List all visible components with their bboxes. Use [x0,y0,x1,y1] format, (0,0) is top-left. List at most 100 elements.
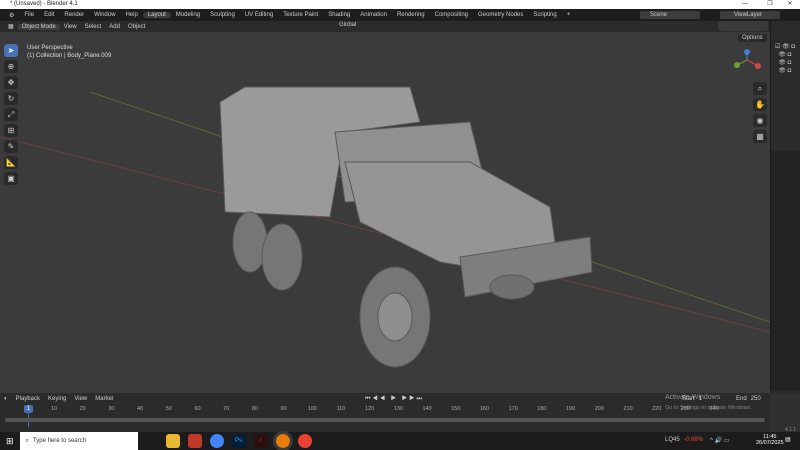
menu-marker[interactable]: Marker [95,396,114,402]
timeline-tick: 170 [508,406,518,412]
view-layer-selector[interactable]: ViewLayer [720,11,780,19]
tab-shading[interactable]: Shading [323,12,355,18]
zoom-icon[interactable]: ⌕ [753,82,767,95]
viewport-scene [0,49,770,368]
timeline-tick: 50 [165,406,172,412]
scene-selector[interactable]: Scene [640,11,700,19]
pdf-icon[interactable]: / [253,434,268,448]
tab-texture-paint[interactable]: Texture Paint [278,12,323,18]
end-frame-field[interactable]: 250 [751,396,761,402]
menu-view[interactable]: View [60,24,81,30]
timeline-tick: 80 [251,406,258,412]
shading-buttons[interactable] [718,21,768,31]
tab-layout[interactable]: Layout [142,12,171,18]
tab-scripting[interactable]: Scripting [528,12,561,18]
pan-hand-icon[interactable]: ✋ [753,98,767,111]
viewport-header: ▦ Object Mode View Select Add Object Glo… [0,21,770,32]
add-workspace-button[interactable]: + [562,12,576,18]
tab-sculpting[interactable]: Sculpting [205,12,240,18]
search-placeholder: Type here to search [32,438,86,444]
menu-select[interactable]: Select [81,24,106,30]
options-button[interactable]: Options [738,34,767,42]
search-icon: ⌕ [25,437,29,444]
tab-geometry-nodes[interactable]: Geometry Nodes [473,12,528,18]
maximize-button[interactable]: ❐ [760,0,780,9]
add-cube-tool-icon[interactable]: ▣ [4,172,18,185]
clock-date: 26/07/2025 [756,440,784,446]
tab-rendering[interactable]: Rendering [392,12,430,18]
taskbar-search[interactable]: ⌕ Type here to search [19,432,138,450]
tab-modeling[interactable]: Modeling [171,12,205,18]
navigation-gizmo [734,49,761,69]
timeline-tick: 70 [223,406,230,412]
cursor-tool-icon[interactable]: ⊕ [4,60,18,73]
measure-tool-icon[interactable]: 📐 [4,156,18,169]
transform-tool-icon[interactable]: ⊞ [4,124,18,137]
rotate-tool-icon[interactable]: ↻ [4,92,18,105]
timeline-tick: 150 [451,406,461,412]
menu-keying[interactable]: Keying [48,396,66,402]
system-tray-icons[interactable]: ^ 🔊 ▭ [710,437,729,444]
menu-edit[interactable]: Edit [39,12,59,18]
timeline-tick: 160 [479,406,490,412]
timeline-editor-icon[interactable]: ◐ [4,396,8,402]
minimize-button[interactable]: — [735,0,755,9]
menu-add[interactable]: Add [105,24,124,30]
timeline-tick: 10 [50,406,58,412]
menu-timeline-view[interactable]: View [74,396,87,402]
menu-render[interactable]: Render [59,12,89,18]
stock-change: -0.66% [684,437,704,443]
select-tool-icon[interactable]: ➤ [4,44,18,57]
app-icon[interactable] [187,434,202,448]
menu-bar: ⚙ File Edit Render Window Help Layout Mo… [0,9,800,21]
blender-logo-icon[interactable]: ⚙ [4,12,19,19]
file-explorer-icon[interactable] [165,434,180,448]
timeline-tick: 100 [307,406,317,412]
menu-playback[interactable]: Playback [16,396,40,402]
outliner-panel[interactable]: ☑ 👁 ◘ 👁 ◘ 👁 ◘ 👁 ◘ 4.1.1 [770,21,800,433]
properties-panel[interactable] [771,151,800,391]
editor-type-icon[interactable]: ▦ [4,23,18,30]
chrome-profile-icon[interactable] [297,434,312,448]
menu-object[interactable]: Object [124,24,149,30]
timeline-tick: 90 [280,406,287,412]
activate-windows-subtitle: Go to Settings to activate Windows. [665,405,752,411]
timeline-tick: 60 [194,406,201,412]
timeline-tick: 30 [108,406,115,412]
mode-selector[interactable]: Object Mode [17,23,60,30]
timeline-tick: 190 [566,406,576,412]
timeline-tick: 210 [623,406,633,412]
taskbar: ⊞ ⌕ Type here to search Ps / LQ45 -0.66%… [0,431,800,450]
chrome-icon[interactable] [209,434,224,448]
timeline-tick: 130 [393,406,403,412]
visibility-icons[interactable]: ☑ 👁 ◘ 👁 ◘ 👁 ◘ 👁 ◘ [775,43,800,75]
orientation-selector[interactable]: Global [335,22,360,28]
menu-window[interactable]: Window [89,12,120,18]
viewport-collection-label: (1) Collection | Body_Plane.009 [27,53,112,59]
notification-icon[interactable]: ▤ [785,436,791,443]
tab-uv-editing[interactable]: UV Editing [240,12,278,18]
scale-tool-icon[interactable]: ⤢ [4,108,18,121]
close-button[interactable]: ✕ [780,0,800,9]
playback-controls[interactable]: ⏮◀◀ ▶ ▶▶⏭ [365,396,424,403]
camera-icon[interactable]: ◉ [753,114,767,127]
timeline-tick: 220 [652,406,662,412]
3d-viewport[interactable]: User Perspective (1) Collection | Body_P… [0,32,770,393]
end-label: End [736,396,747,402]
annotate-tool-icon[interactable]: ✎ [4,140,18,153]
current-frame-indicator[interactable]: 1 [24,405,33,413]
timeline-tick: 20 [79,406,86,412]
grid-view-icon[interactable]: ▦ [753,130,767,143]
menu-help[interactable]: Help [120,12,142,18]
tab-animation[interactable]: Animation [355,12,392,18]
menu-file[interactable]: File [19,12,39,18]
timeline[interactable]: ◐ Playback Keying View Marker ⏮◀◀ ▶ ▶▶⏭ … [0,393,770,432]
tab-compositing[interactable]: Compositing [430,12,473,18]
truck-model [219,86,593,368]
photoshop-icon[interactable]: Ps [231,434,246,448]
blender-taskbar-icon[interactable] [272,431,293,450]
move-tool-icon[interactable]: ✥ [4,76,18,89]
windows-start-icon[interactable]: ⊞ [6,436,14,447]
toolbar: ➤ ⊕ ✥ ↻ ⤢ ⊞ ✎ 📐 ▣ [4,44,18,185]
timeline-scrollbar[interactable] [5,418,765,422]
